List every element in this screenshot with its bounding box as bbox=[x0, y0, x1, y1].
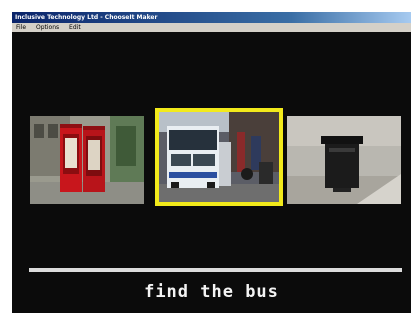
menu-file[interactable]: File bbox=[12, 23, 30, 32]
choice-litter-bin[interactable] bbox=[287, 116, 401, 204]
menu-options[interactable]: Options bbox=[32, 23, 63, 32]
app-window: Inclusive Technology Ltd - ChooseIt Make… bbox=[12, 12, 411, 313]
litter-bin-image bbox=[287, 116, 401, 204]
menu-bar: File Options Edit bbox=[12, 23, 411, 32]
instruction-prompt: find the bus bbox=[144, 282, 279, 302]
menu-edit[interactable]: Edit bbox=[65, 23, 85, 32]
bus-image bbox=[159, 112, 279, 202]
choice-bus[interactable] bbox=[155, 108, 283, 206]
choice-telephone-boxes[interactable] bbox=[30, 116, 144, 204]
divider bbox=[29, 268, 402, 272]
choice-stage: find the bus bbox=[12, 32, 411, 313]
telephone-boxes-image bbox=[30, 116, 144, 204]
window-title: Inclusive Technology Ltd - ChooseIt Make… bbox=[15, 14, 158, 21]
title-bar: Inclusive Technology Ltd - ChooseIt Make… bbox=[12, 12, 411, 23]
